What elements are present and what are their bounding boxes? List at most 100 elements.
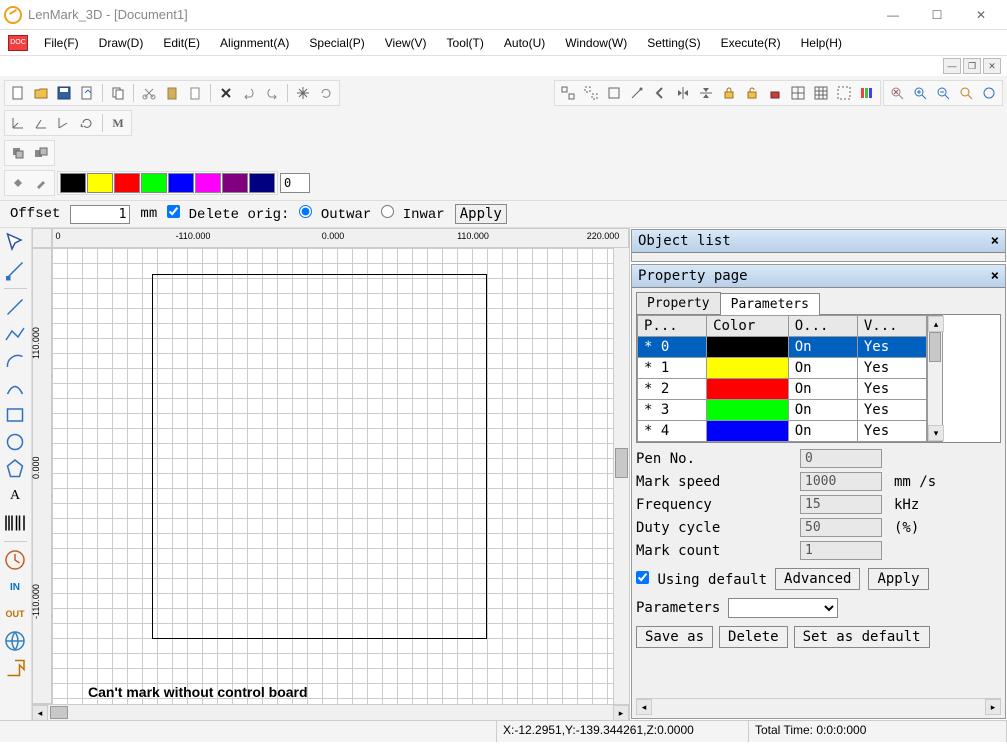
table-row[interactable]: * 3OnYes	[638, 400, 927, 421]
redo-icon[interactable]	[261, 82, 283, 104]
menu-file[interactable]: File(F)	[34, 32, 89, 54]
bounds-icon[interactable]	[787, 82, 809, 104]
circle-icon[interactable]	[2, 429, 28, 455]
spark-icon[interactable]	[292, 82, 314, 104]
table-row[interactable]: * 0OnYes	[638, 337, 927, 358]
color-swatch-4[interactable]	[168, 173, 194, 193]
clock-icon[interactable]	[2, 547, 28, 573]
group-icon[interactable]	[557, 82, 579, 104]
delete-button[interactable]: Delete	[719, 626, 788, 648]
swatch-value-input[interactable]	[280, 173, 310, 193]
layers-icon[interactable]	[7, 142, 29, 164]
canvas-viewport[interactable]: Can't mark without control board	[52, 248, 613, 704]
mirror-v-icon[interactable]	[695, 82, 717, 104]
table-header[interactable]: O...	[788, 316, 857, 337]
brush-icon[interactable]	[30, 172, 52, 194]
zoom-extent-icon[interactable]	[955, 82, 977, 104]
frequency-input[interactable]	[800, 495, 882, 514]
color-swatch-2[interactable]	[114, 173, 140, 193]
axis-xz-icon[interactable]	[30, 112, 52, 134]
canvas-hscrollbar[interactable]: ◂ ▸	[32, 704, 629, 720]
lock-layer-icon[interactable]	[764, 82, 786, 104]
panel-hscrollbar[interactable]: ◂ ▸	[636, 698, 1001, 714]
back-icon[interactable]	[649, 82, 671, 104]
node-edit-icon[interactable]	[2, 257, 28, 283]
in-icon[interactable]: IN	[2, 574, 28, 600]
pen_no-input[interactable]	[800, 449, 882, 468]
arc-icon[interactable]	[2, 348, 28, 374]
color-swatch-5[interactable]	[195, 173, 221, 193]
menu-special[interactable]: Special(P)	[299, 32, 374, 54]
dashgrid-icon[interactable]	[833, 82, 855, 104]
line-icon[interactable]	[2, 294, 28, 320]
tab-parameters[interactable]: Parameters	[720, 293, 820, 315]
save-icon[interactable]	[53, 82, 75, 104]
menu-setting[interactable]: Setting(S)	[637, 32, 710, 54]
zoom-all-icon[interactable]	[978, 82, 1000, 104]
pointer-icon[interactable]	[2, 230, 28, 256]
table-vscrollbar[interactable]: ▴ ▾	[927, 315, 943, 442]
close-button[interactable]: ✕	[959, 0, 1003, 30]
table-row[interactable]: * 2OnYes	[638, 379, 927, 400]
color-swatch-3[interactable]	[141, 173, 167, 193]
using-default-checkbox[interactable]: Using default	[636, 571, 767, 588]
rotate-icon[interactable]	[315, 82, 337, 104]
new-file-icon[interactable]	[7, 82, 29, 104]
import-icon[interactable]	[76, 82, 98, 104]
barcode-icon[interactable]	[2, 510, 28, 536]
curve-icon[interactable]	[2, 375, 28, 401]
color-swatch-1[interactable]	[87, 173, 113, 193]
zoom-out-icon[interactable]	[932, 82, 954, 104]
table-header[interactable]: Color	[707, 316, 789, 337]
menu-execute[interactable]: Execute(R)	[711, 32, 791, 54]
mirror-h-icon[interactable]	[672, 82, 694, 104]
advanced-button[interactable]: Advanced	[775, 568, 860, 590]
color-swatch-6[interactable]	[222, 173, 248, 193]
menu-draw[interactable]: Draw(D)	[89, 32, 154, 54]
polygon-icon[interactable]	[2, 456, 28, 482]
axis-yz-icon[interactable]	[53, 112, 75, 134]
tab-property[interactable]: Property	[636, 292, 721, 314]
delete-orig-checkbox[interactable]: Delete orig:	[167, 205, 289, 223]
set-as-default-button[interactable]: Set as default	[794, 626, 930, 648]
mdi-restore-button[interactable]: ❐	[963, 58, 981, 74]
color-swatch-7[interactable]	[249, 173, 275, 193]
object-list-close-icon[interactable]: ×	[991, 233, 999, 249]
color-swatch-0[interactable]	[60, 173, 86, 193]
lock-icon[interactable]	[718, 82, 740, 104]
parameters-select[interactable]	[728, 598, 838, 618]
menu-view[interactable]: View(V)	[375, 32, 437, 54]
table-header[interactable]: V...	[857, 316, 926, 337]
save-as-button[interactable]: Save as	[636, 626, 713, 648]
copy-icon[interactable]	[107, 82, 129, 104]
parameters-table[interactable]: P...ColorO...V... * 0OnYes* 1OnYes* 2OnY…	[637, 315, 927, 442]
rect-icon[interactable]	[2, 402, 28, 428]
menu-help[interactable]: Help(H)	[791, 32, 852, 54]
undo-icon[interactable]	[238, 82, 260, 104]
fill-icon[interactable]	[7, 172, 29, 194]
out-icon[interactable]: OUT	[2, 601, 28, 627]
menu-edit[interactable]: Edit(E)	[153, 32, 210, 54]
layers2-icon[interactable]	[30, 142, 52, 164]
arrange-icon[interactable]	[603, 82, 625, 104]
rainbow-icon[interactable]	[856, 82, 878, 104]
zoom-fit-icon[interactable]	[886, 82, 908, 104]
inward-radio[interactable]: Inwar	[381, 205, 444, 223]
menu-window[interactable]: Window(W)	[555, 32, 637, 54]
table-row[interactable]: * 1OnYes	[638, 358, 927, 379]
paste-icon[interactable]	[161, 82, 183, 104]
unlock-icon[interactable]	[741, 82, 763, 104]
table-header[interactable]: P...	[638, 316, 707, 337]
export-icon[interactable]	[2, 655, 28, 681]
open-folder-icon[interactable]	[30, 82, 52, 104]
zoom-in-icon[interactable]	[909, 82, 931, 104]
clipboard-icon[interactable]	[184, 82, 206, 104]
m-icon[interactable]: M	[107, 112, 129, 134]
menu-tool[interactable]: Tool(T)	[437, 32, 494, 54]
minimize-button[interactable]: —	[871, 0, 915, 30]
offset-apply-button[interactable]: Apply	[455, 204, 507, 224]
cut-icon[interactable]	[138, 82, 160, 104]
wand-icon[interactable]	[626, 82, 648, 104]
maximize-button[interactable]: ☐	[915, 0, 959, 30]
grid-icon[interactable]	[810, 82, 832, 104]
